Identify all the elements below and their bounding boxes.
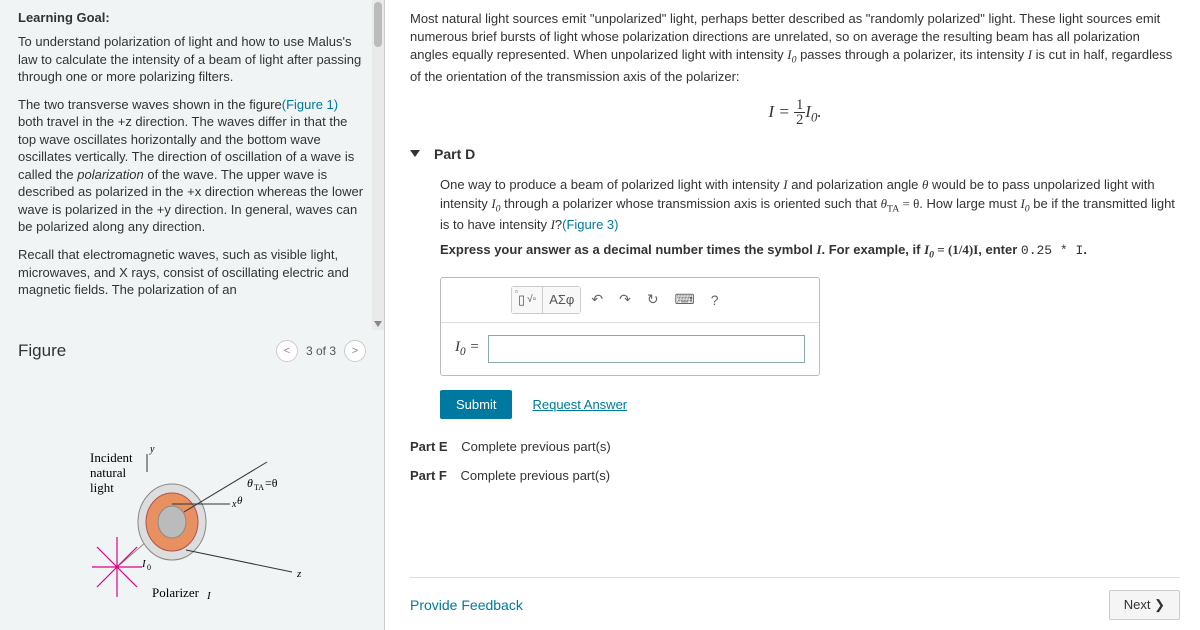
goal-paragraph-3: Recall that electromagnetic waves, such … [18, 246, 366, 299]
svg-text:=θ: =θ [265, 476, 278, 490]
part-d-label: Part D [434, 146, 475, 162]
figure-title: Figure [18, 341, 66, 361]
svg-text:z: z [296, 568, 302, 580]
part-d-instruction: Express your answer as a decimal number … [440, 241, 1180, 263]
pager-prev-button[interactable]: < [276, 340, 298, 362]
figure-section: Figure < 3 of 3 > Incident natural light [0, 330, 384, 612]
svg-text:light: light [90, 480, 114, 495]
scrollbar-thumb[interactable] [374, 2, 382, 47]
formula: I = 12I0. [410, 98, 1180, 128]
figure-1-link[interactable]: (Figure 1) [282, 97, 338, 112]
main-content: Most natural light sources emit "unpolar… [385, 0, 1200, 630]
part-e-label: Part E [410, 439, 448, 454]
part-f-message: Complete previous part(s) [460, 468, 610, 483]
part-f-label: Part F [410, 468, 447, 483]
learning-goal-scroll: Learning Goal: To understand polarizatio… [0, 0, 384, 330]
pager-label: 3 of 3 [306, 344, 336, 358]
provide-feedback-link[interactable]: Provide Feedback [410, 597, 523, 613]
svg-text:TA: TA [254, 483, 264, 492]
figure-3-link[interactable]: (Figure 3) [562, 217, 618, 232]
part-f-row: Part F Complete previous part(s) [410, 468, 1180, 483]
svg-text:x: x [231, 499, 237, 510]
answer-input[interactable] [488, 335, 806, 363]
goal-paragraph-1: To understand polarization of light and … [18, 33, 366, 86]
collapse-icon [410, 150, 420, 157]
part-d-body: One way to produce a beam of polarized l… [410, 176, 1180, 419]
help-icon[interactable]: ? [705, 289, 725, 311]
reset-icon[interactable]: ↻ [641, 288, 665, 311]
figure-image: Incident natural light [18, 382, 366, 602]
svg-text:I: I [206, 590, 212, 602]
left-scrollbar[interactable] [372, 0, 384, 330]
answer-input-label: I0 = [455, 339, 480, 358]
undo-icon[interactable]: ↶ [585, 288, 609, 311]
request-answer-link[interactable]: Request Answer [532, 397, 627, 412]
svg-text:y: y [149, 444, 155, 455]
next-button[interactable]: Next ❯ [1109, 590, 1180, 620]
svg-text:0: 0 [147, 563, 151, 572]
left-panel: Learning Goal: To understand polarizatio… [0, 0, 385, 630]
fig-polarizer-label: Polarizer [152, 585, 200, 600]
part-e-row: Part E Complete previous part(s) [410, 439, 1180, 454]
fig-theta-label: θ [247, 476, 253, 490]
scrollbar-down-icon[interactable] [374, 321, 382, 327]
tool-greek-button[interactable]: ΑΣφ [543, 287, 580, 313]
answer-box: ▯▫√▫ ΑΣφ ↶ ↷ ↻ ⌨ ? I0 = [440, 277, 820, 376]
keyboard-icon[interactable]: ⌨ [669, 288, 701, 311]
svg-text:θ: θ [237, 495, 243, 507]
svg-text:natural: natural [90, 465, 126, 480]
pager-next-button[interactable]: > [344, 340, 366, 362]
answer-toolbar: ▯▫√▫ ΑΣφ ↶ ↷ ↻ ⌨ ? [441, 278, 819, 323]
tool-template-button[interactable]: ▯▫√▫ [512, 287, 543, 313]
part-d-question: One way to produce a beam of polarized l… [440, 176, 1180, 235]
redo-icon[interactable]: ↷ [613, 288, 637, 311]
learning-goal-heading: Learning Goal: [18, 10, 366, 25]
submit-button[interactable]: Submit [440, 390, 512, 419]
goal-paragraph-2: The two transverse waves shown in the fi… [18, 96, 366, 236]
part-d-header[interactable]: Part D [410, 146, 1180, 162]
part-e-message: Complete previous part(s) [461, 439, 611, 454]
fig-label-incident: Incident [90, 450, 133, 465]
figure-pager: < 3 of 3 > [276, 340, 366, 362]
intro-paragraph: Most natural light sources emit "unpolar… [410, 10, 1180, 86]
